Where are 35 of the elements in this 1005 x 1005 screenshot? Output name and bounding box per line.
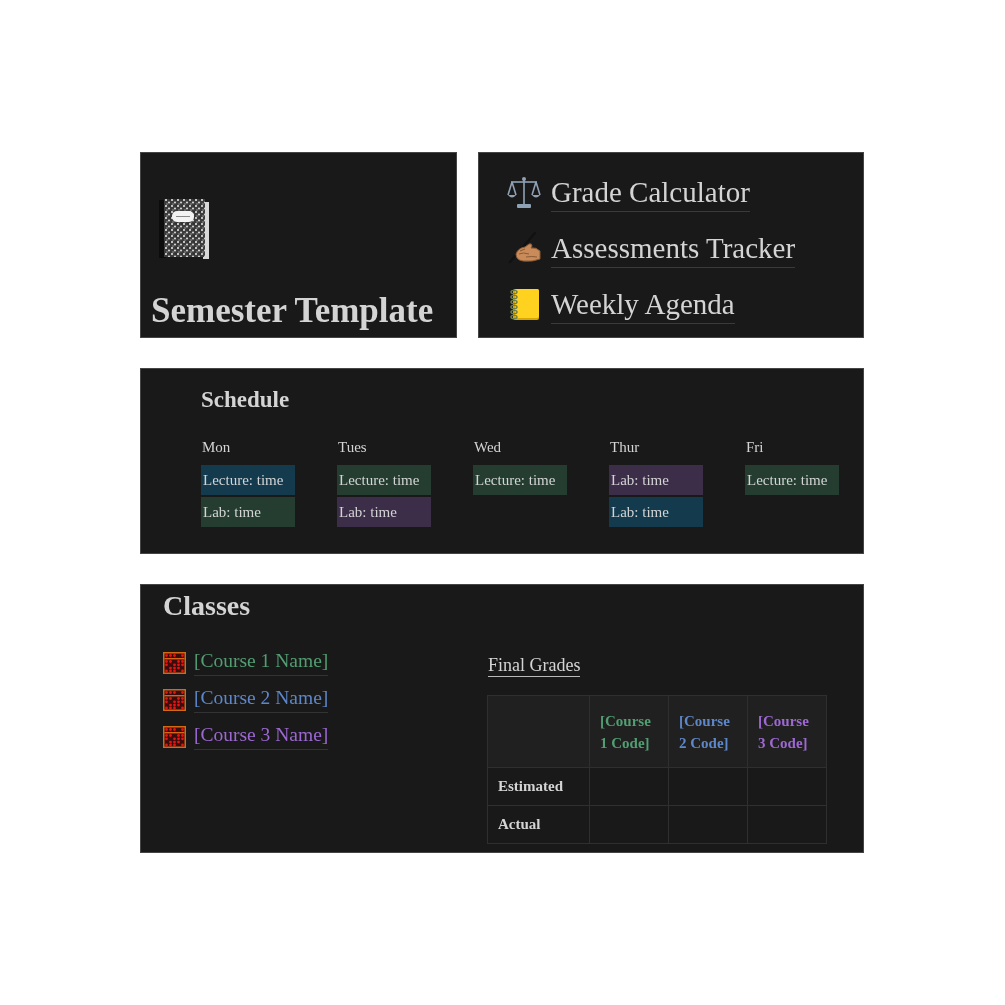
schedule-block: Lab: time [201, 497, 295, 527]
abacus-icon [163, 688, 186, 711]
schedule-block: Lecture: time [201, 465, 295, 495]
day-label: Fri [746, 438, 764, 457]
schedule-block: Lab: time [337, 497, 431, 527]
spiral-notebook-icon [507, 287, 541, 321]
table-title-link[interactable]: Final Grades [488, 654, 581, 677]
section-title: Schedule [201, 386, 291, 414]
schedule-block: Lecture: time [745, 465, 839, 495]
page-title: Semester Template [151, 291, 435, 331]
day-label: Wed [474, 438, 502, 457]
column-header: [Course 1 Code] [589, 695, 669, 768]
section-title: Classes [163, 590, 252, 622]
page-link[interactable]: Grade Calculator [507, 164, 750, 220]
schedule-block: Lecture: time [337, 465, 431, 495]
abacus-icon [163, 651, 186, 674]
schedule-block: Lab: time [609, 497, 703, 527]
row-header: Actual [487, 805, 590, 844]
schedule-block: Lecture: time [473, 465, 567, 495]
abacus-icon [163, 725, 186, 748]
composition-notebook-icon [159, 199, 209, 259]
page-link[interactable]: Assessments Tracker [507, 220, 796, 276]
day-label: Mon [202, 438, 231, 457]
day-label: Thur [610, 438, 640, 457]
writing-hand-icon [507, 231, 541, 265]
row-header: Estimated [487, 767, 590, 806]
day-label: Tues [338, 438, 367, 457]
column-header: [Course 2 Code] [668, 695, 748, 768]
schedule-block: Lab: time [609, 465, 703, 495]
course-link[interactable]: [Course 2 Name] [163, 681, 329, 718]
course-link[interactable]: [Course 3 Name] [163, 718, 329, 755]
balance-scale-icon [507, 175, 541, 209]
page-link[interactable]: Weekly Agenda [507, 276, 735, 332]
course-link[interactable]: [Course 1 Name] [163, 644, 329, 681]
column-header: [Course 3 Code] [747, 695, 827, 768]
